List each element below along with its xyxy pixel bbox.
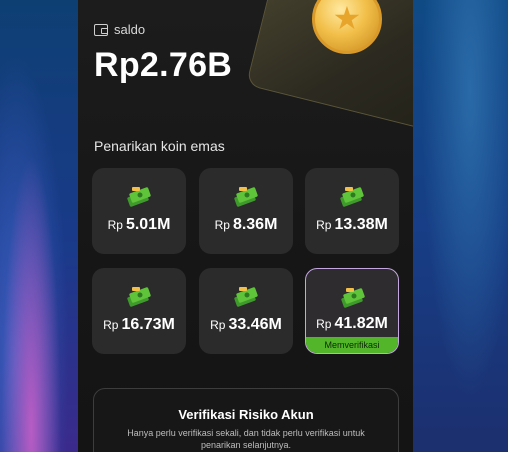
withdraw-option-1[interactable]: Rp 5.01M — [92, 168, 186, 254]
withdraw-section-title: Penarikan koin emas — [94, 138, 225, 154]
background-right — [413, 0, 508, 452]
risk-card-title: Verifikasi Risiko Akun — [178, 407, 314, 422]
withdraw-option-2[interactable]: Rp 8.36M — [199, 168, 293, 254]
withdraw-option-4[interactable]: Rp 16.73M — [92, 268, 186, 354]
withdraw-option-amount: Rp 16.73M — [103, 316, 175, 333]
account-risk-verification-card[interactable]: Verifikasi Risiko Akun Hanya perlu verif… — [93, 388, 399, 452]
verifying-badge: Memverifikasi — [306, 337, 398, 353]
withdraw-option-3[interactable]: Rp 13.38M — [305, 168, 399, 254]
balance-value: Rp2.76B — [94, 46, 233, 84]
wallet-icon — [94, 23, 108, 36]
withdraw-option-amount: Rp 33.46M — [210, 316, 282, 333]
withdraw-option-amount: Rp 41.82M — [316, 315, 388, 332]
money-stack-icon — [340, 187, 364, 207]
money-stack-icon — [127, 187, 151, 207]
app-screen: ★ saldo Rp2.76B Penarikan koin emas Rp 5.… — [78, 0, 413, 452]
money-stack-icon — [127, 287, 151, 307]
money-stack-icon — [234, 287, 258, 307]
withdraw-option-5[interactable]: Rp 33.46M — [199, 268, 293, 354]
money-stack-icon — [234, 187, 258, 207]
withdraw-option-amount: Rp 8.36M — [214, 216, 278, 233]
withdraw-option-6-selected[interactable]: Rp 41.82M Memverifikasi — [305, 268, 399, 354]
wallet-header: saldo — [94, 22, 145, 37]
withdraw-option-amount: Rp 13.38M — [316, 216, 388, 233]
money-stack-icon — [341, 288, 365, 308]
saldo-label: saldo — [114, 22, 146, 37]
risk-card-description: Hanya perlu verifikasi sekali, dan tidak… — [127, 428, 365, 450]
withdraw-option-amount: Rp 5.01M — [107, 216, 171, 233]
coin-star-icon: ★ — [332, 0, 362, 37]
background-left — [0, 0, 78, 452]
